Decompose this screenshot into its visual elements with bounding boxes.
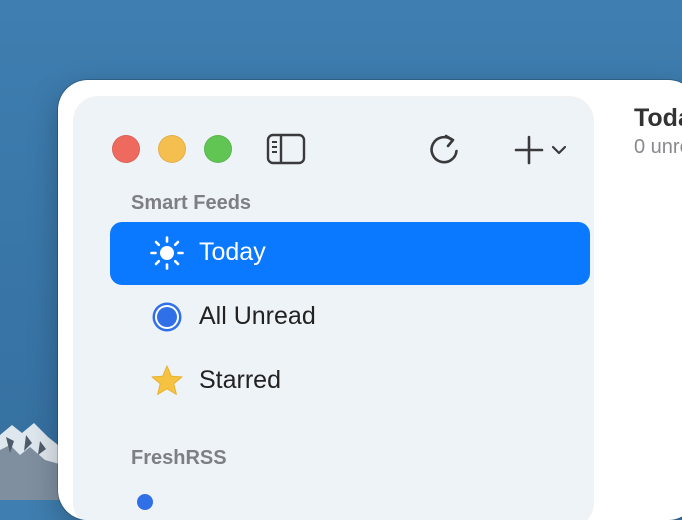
section-title-freshrss: FreshRSS xyxy=(131,447,227,469)
sidebar-item-all-unread[interactable]: All Unread xyxy=(110,286,590,349)
plus-icon[interactable] xyxy=(514,135,544,165)
sidebar-item-starred[interactable]: Starred xyxy=(110,350,590,413)
unread-dot-icon xyxy=(152,302,182,332)
sidebar-item-label: Starred xyxy=(199,366,281,394)
star-icon xyxy=(151,365,183,395)
window-maximize-button[interactable] xyxy=(204,135,232,163)
freshrss-account-icon-partial xyxy=(137,494,153,510)
unread-count-label: 0 unread xyxy=(634,136,682,158)
section-title-smart-feeds: Smart Feeds xyxy=(131,192,252,214)
sidebar-item-today[interactable]: Today xyxy=(110,222,590,285)
chevron-down-icon[interactable] xyxy=(551,144,567,156)
app-window: Today 0 unread Smart Feeds xyxy=(58,80,682,520)
window-minimize-button[interactable] xyxy=(158,135,186,163)
sidebar-item-label: Today xyxy=(199,238,266,266)
sidebar-icon[interactable] xyxy=(266,133,306,165)
window-close-button[interactable] xyxy=(112,135,140,163)
sun-icon xyxy=(150,236,184,270)
sidebar: Smart Feeds Today All Unread Starred Fre… xyxy=(74,97,593,520)
refresh-icon[interactable] xyxy=(426,131,462,167)
content-title: Today xyxy=(634,104,682,132)
sidebar-item-label: All Unread xyxy=(199,302,316,330)
